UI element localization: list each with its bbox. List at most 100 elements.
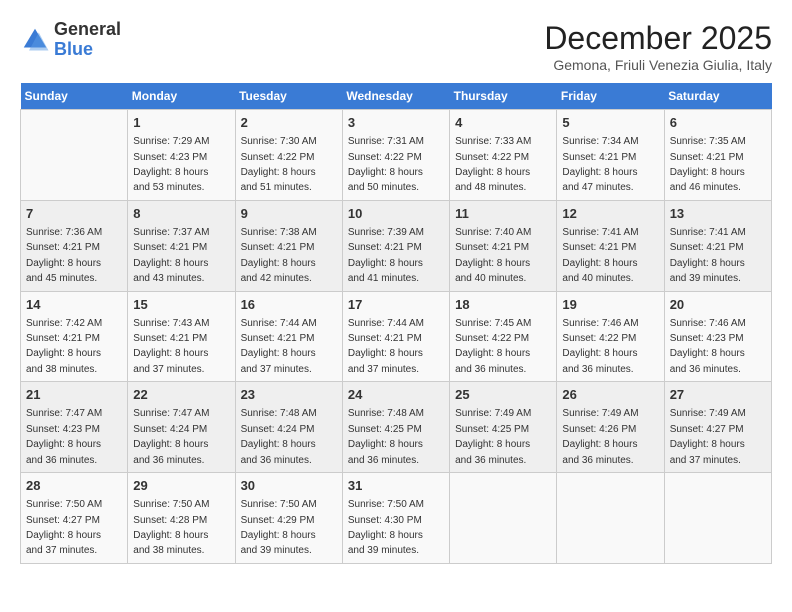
header-row: SundayMondayTuesdayWednesdayThursdayFrid… <box>21 83 772 110</box>
day-number: 7 <box>26 205 122 223</box>
day-info: Sunrise: 7:36 AMSunset: 4:21 PMDaylight:… <box>26 227 102 284</box>
day-number: 26 <box>562 386 658 404</box>
day-cell: 1 Sunrise: 7:29 AMSunset: 4:23 PMDaylight… <box>128 110 235 201</box>
header-cell-tuesday: Tuesday <box>235 83 342 110</box>
day-cell: 27 Sunrise: 7:49 AMSunset: 4:27 PMDayligh… <box>664 382 771 473</box>
day-number: 31 <box>348 477 444 495</box>
day-number: 12 <box>562 205 658 223</box>
header-cell-sunday: Sunday <box>21 83 128 110</box>
day-number: 13 <box>670 205 766 223</box>
week-row-4: 28 Sunrise: 7:50 AMSunset: 4:27 PMDayligh… <box>21 473 772 564</box>
day-cell: 4 Sunrise: 7:33 AMSunset: 4:22 PMDaylight… <box>450 110 557 201</box>
day-info: Sunrise: 7:50 AMSunset: 4:29 PMDaylight:… <box>241 499 317 556</box>
day-number: 3 <box>348 114 444 132</box>
day-cell: 18Sunrise: 7:45 AMSunset: 4:22 PMDayligh… <box>450 291 557 382</box>
day-number: 18 <box>455 296 551 314</box>
day-cell: 19 Sunrise: 7:46 AMSunset: 4:22 PMDayligh… <box>557 291 664 382</box>
day-cell: 12 Sunrise: 7:41 AMSunset: 4:21 PMDayligh… <box>557 200 664 291</box>
day-cell: 22Sunrise: 7:47 AMSunset: 4:24 PMDayligh… <box>128 382 235 473</box>
day-cell: 29 Sunrise: 7:50 AMSunset: 4:28 PMDayligh… <box>128 473 235 564</box>
day-cell <box>557 473 664 564</box>
week-row-3: 21 Sunrise: 7:47 AMSunset: 4:23 PMDayligh… <box>21 382 772 473</box>
day-info: Sunrise: 7:50 AMSunset: 4:28 PMDaylight:… <box>133 499 209 556</box>
page-header: General Blue December 2025 Gemona, Friul… <box>20 20 772 73</box>
day-info: Sunrise: 7:44 AMSunset: 4:21 PMDaylight:… <box>348 318 424 375</box>
day-info: Sunrise: 7:31 AMSunset: 4:22 PMDaylight:… <box>348 136 424 193</box>
day-info: Sunrise: 7:50 AMSunset: 4:30 PMDaylight:… <box>348 499 424 556</box>
day-info: Sunrise: 7:49 AMSunset: 4:26 PMDaylight:… <box>562 408 638 465</box>
day-info: Sunrise: 7:46 AMSunset: 4:22 PMDaylight:… <box>562 318 638 375</box>
day-cell: 3 Sunrise: 7:31 AMSunset: 4:22 PMDaylight… <box>342 110 449 201</box>
day-number: 16 <box>241 296 337 314</box>
day-info: Sunrise: 7:39 AMSunset: 4:21 PMDaylight:… <box>348 227 424 284</box>
day-number: 2 <box>241 114 337 132</box>
day-info: Sunrise: 7:48 AMSunset: 4:24 PMDaylight:… <box>241 408 317 465</box>
day-info: Sunrise: 7:44 AMSunset: 4:21 PMDaylight:… <box>241 318 317 375</box>
logo-general-text: General <box>54 19 121 39</box>
day-cell: 15 Sunrise: 7:43 AMSunset: 4:21 PMDayligh… <box>128 291 235 382</box>
logo-blue-text: Blue <box>54 39 93 59</box>
logo-icon <box>20 25 50 55</box>
day-number: 6 <box>670 114 766 132</box>
day-cell: 8Sunrise: 7:37 AMSunset: 4:21 PMDaylight… <box>128 200 235 291</box>
day-cell: 10 Sunrise: 7:39 AMSunset: 4:21 PMDayligh… <box>342 200 449 291</box>
day-cell: 26 Sunrise: 7:49 AMSunset: 4:26 PMDayligh… <box>557 382 664 473</box>
day-info: Sunrise: 7:34 AMSunset: 4:21 PMDaylight:… <box>562 136 638 193</box>
day-info: Sunrise: 7:30 AMSunset: 4:22 PMDaylight:… <box>241 136 317 193</box>
day-number: 24 <box>348 386 444 404</box>
day-cell: 11Sunrise: 7:40 AMSunset: 4:21 PMDayligh… <box>450 200 557 291</box>
day-number: 20 <box>670 296 766 314</box>
day-info: Sunrise: 7:37 AMSunset: 4:21 PMDaylight:… <box>133 227 209 284</box>
day-number: 28 <box>26 477 122 495</box>
day-number: 17 <box>348 296 444 314</box>
day-number: 25 <box>455 386 551 404</box>
day-cell: 31 Sunrise: 7:50 AMSunset: 4:30 PMDayligh… <box>342 473 449 564</box>
day-info: Sunrise: 7:33 AMSunset: 4:22 PMDaylight:… <box>455 136 531 193</box>
day-number: 29 <box>133 477 229 495</box>
header-cell-monday: Monday <box>128 83 235 110</box>
day-cell: 20 Sunrise: 7:46 AMSunset: 4:23 PMDayligh… <box>664 291 771 382</box>
day-cell: 9Sunrise: 7:38 AMSunset: 4:21 PMDaylight… <box>235 200 342 291</box>
day-cell: 14Sunrise: 7:42 AMSunset: 4:21 PMDayligh… <box>21 291 128 382</box>
day-number: 27 <box>670 386 766 404</box>
week-row-1: 7 Sunrise: 7:36 AMSunset: 4:21 PMDaylight… <box>21 200 772 291</box>
day-cell <box>21 110 128 201</box>
day-number: 5 <box>562 114 658 132</box>
day-cell <box>450 473 557 564</box>
day-info: Sunrise: 7:50 AMSunset: 4:27 PMDaylight:… <box>26 499 102 556</box>
month-title: December 2025 <box>544 20 772 57</box>
day-cell: 24 Sunrise: 7:48 AMSunset: 4:25 PMDayligh… <box>342 382 449 473</box>
day-info: Sunrise: 7:46 AMSunset: 4:23 PMDaylight:… <box>670 318 746 375</box>
day-number: 19 <box>562 296 658 314</box>
day-info: Sunrise: 7:41 AMSunset: 4:21 PMDaylight:… <box>562 227 638 284</box>
day-info: Sunrise: 7:47 AMSunset: 4:23 PMDaylight:… <box>26 408 102 465</box>
day-cell: 5 Sunrise: 7:34 AMSunset: 4:21 PMDaylight… <box>557 110 664 201</box>
day-cell <box>664 473 771 564</box>
day-info: Sunrise: 7:29 AMSunset: 4:23 PMDaylight:… <box>133 136 209 193</box>
day-number: 4 <box>455 114 551 132</box>
day-cell: 6Sunrise: 7:35 AMSunset: 4:21 PMDaylight… <box>664 110 771 201</box>
day-cell: 30Sunrise: 7:50 AMSunset: 4:29 PMDayligh… <box>235 473 342 564</box>
day-cell: 21 Sunrise: 7:47 AMSunset: 4:23 PMDayligh… <box>21 382 128 473</box>
day-info: Sunrise: 7:49 AMSunset: 4:27 PMDaylight:… <box>670 408 746 465</box>
day-number: 21 <box>26 386 122 404</box>
day-cell: 13 Sunrise: 7:41 AMSunset: 4:21 PMDayligh… <box>664 200 771 291</box>
week-row-0: 1 Sunrise: 7:29 AMSunset: 4:23 PMDaylight… <box>21 110 772 201</box>
day-number: 23 <box>241 386 337 404</box>
title-block: December 2025 Gemona, Friuli Venezia Giu… <box>544 20 772 73</box>
day-number: 10 <box>348 205 444 223</box>
day-cell: 23 Sunrise: 7:48 AMSunset: 4:24 PMDayligh… <box>235 382 342 473</box>
day-info: Sunrise: 7:48 AMSunset: 4:25 PMDaylight:… <box>348 408 424 465</box>
calendar-body: 1 Sunrise: 7:29 AMSunset: 4:23 PMDaylight… <box>21 110 772 564</box>
day-number: 9 <box>241 205 337 223</box>
day-info: Sunrise: 7:41 AMSunset: 4:21 PMDaylight:… <box>670 227 746 284</box>
day-info: Sunrise: 7:43 AMSunset: 4:21 PMDaylight:… <box>133 318 209 375</box>
day-number: 1 <box>133 114 229 132</box>
logo: General Blue <box>20 20 121 60</box>
day-cell: 25Sunrise: 7:49 AMSunset: 4:25 PMDayligh… <box>450 382 557 473</box>
header-cell-friday: Friday <box>557 83 664 110</box>
day-info: Sunrise: 7:47 AMSunset: 4:24 PMDaylight:… <box>133 408 209 465</box>
day-number: 15 <box>133 296 229 314</box>
calendar-header: SundayMondayTuesdayWednesdayThursdayFrid… <box>21 83 772 110</box>
day-cell: 16 Sunrise: 7:44 AMSunset: 4:21 PMDayligh… <box>235 291 342 382</box>
